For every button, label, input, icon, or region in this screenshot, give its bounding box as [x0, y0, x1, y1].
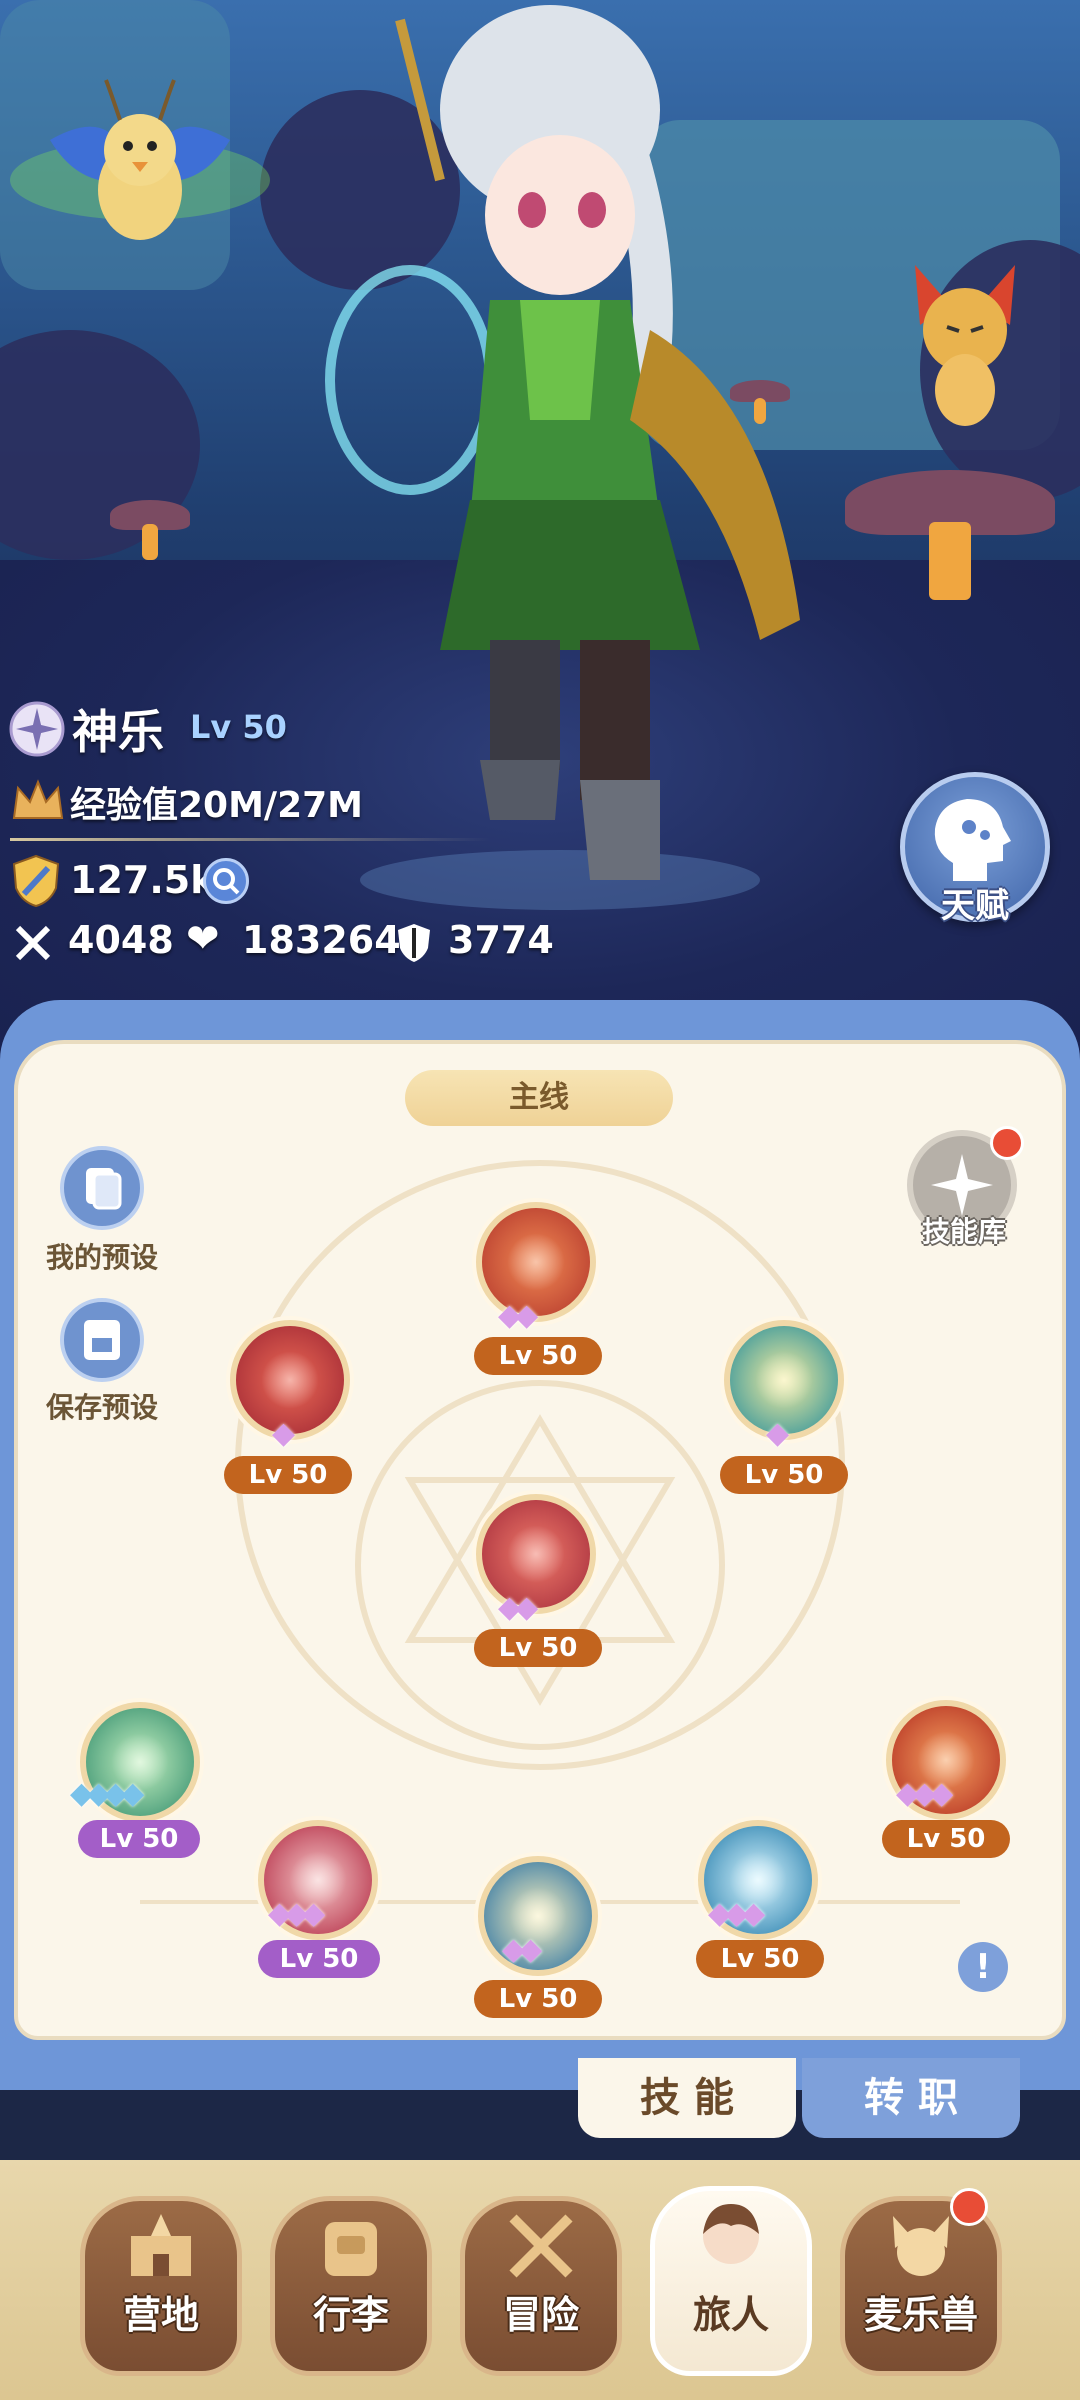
mushroom-decoration — [110, 500, 190, 560]
skill-top-stars: ◆◆ — [498, 1298, 538, 1333]
fox-pet[interactable] — [895, 245, 1035, 435]
skill-right[interactable] — [724, 1320, 844, 1440]
skill-row-5-stars: ◆◆◆ — [896, 1776, 953, 1811]
power-detail-button[interactable] — [203, 858, 249, 904]
nav-luggage-label: 行李 — [312, 2293, 389, 2337]
combat-power: 127.5k — [70, 858, 216, 902]
bird-pet[interactable] — [10, 40, 270, 300]
heart-icon: ❤ — [186, 916, 220, 962]
attack-value: 4048 — [68, 918, 174, 962]
stats-divider — [10, 838, 490, 841]
backpack-icon — [325, 2222, 377, 2276]
tab-skills[interactable]: 技 能 — [578, 2058, 796, 2138]
magnifier-icon — [213, 868, 240, 895]
power-shield-icon — [12, 854, 60, 908]
skill-center-stars: ◆◆ — [498, 1590, 538, 1625]
mode-selector[interactable]: 主线 — [405, 1070, 673, 1126]
skill-row-4-level: Lv 50 — [696, 1940, 824, 1978]
preset-cards-icon — [86, 1168, 122, 1210]
pets-badge — [950, 2188, 988, 2226]
info-button[interactable]: ! — [958, 1942, 1008, 1992]
skill-row-3-level: Lv 50 — [474, 1980, 602, 2018]
mushroom-decoration — [845, 470, 1055, 600]
traveler-portrait-icon — [703, 2204, 759, 2264]
skill-left-level: Lv 50 — [224, 1456, 352, 1494]
defense-value: 3774 — [448, 918, 554, 962]
pet-face-icon — [893, 2216, 949, 2276]
skill-row-2-level: Lv 50 — [258, 1940, 380, 1978]
skill-row-1-stars: ◆◆◆◆ — [70, 1776, 144, 1811]
tab-class-transfer[interactable]: 转 职 — [802, 2058, 1020, 2138]
class-emblem-icon — [9, 701, 65, 757]
crossed-swords-icon — [509, 2214, 573, 2278]
floppy-disk-icon — [84, 1320, 120, 1360]
skill-center[interactable] — [476, 1494, 596, 1614]
nav-adventure-label: 冒险 — [502, 2293, 579, 2337]
skill-library-badge — [990, 1126, 1024, 1160]
talent-label: 天赋 — [941, 886, 1009, 926]
skill-row-3[interactable] — [478, 1856, 598, 1976]
save-presets-button[interactable] — [60, 1298, 144, 1382]
skill-right-level: Lv 50 — [720, 1456, 848, 1494]
defense-shield-icon — [398, 924, 430, 962]
skill-left[interactable] — [230, 1320, 350, 1440]
my-presets-label: 我的预设 — [45, 1241, 158, 1274]
nav-traveler-label: 旅人 — [692, 2293, 769, 2337]
character-level: Lv 50 — [190, 708, 287, 746]
skill-row-3-stars: ◆◆ — [502, 1932, 542, 1967]
skill-top-level: Lv 50 — [474, 1337, 602, 1375]
skill-row-1-level: Lv 50 — [78, 1820, 200, 1858]
skill-left-stars: ◆ — [272, 1416, 295, 1451]
skill-row-5-level: Lv 50 — [882, 1820, 1010, 1858]
nav-camp-label: 营地 — [122, 2293, 199, 2337]
experience-crown-icon — [12, 779, 64, 819]
hp-value: 183264 — [242, 918, 401, 962]
nav-pets-label: 麦乐兽 — [863, 2293, 978, 2337]
attack-swords-icon — [15, 925, 51, 961]
skill-library-label: 技能库 — [921, 1215, 1006, 1248]
save-presets-label: 保存预设 — [45, 1391, 158, 1424]
my-presets-button[interactable] — [60, 1146, 144, 1230]
hero-character[interactable] — [300, 0, 820, 920]
castle-icon — [131, 2214, 191, 2276]
skill-right-stars: ◆ — [766, 1416, 789, 1451]
experience-label: 经验值20M/27M — [70, 785, 363, 826]
skill-top[interactable] — [476, 1202, 596, 1322]
skill-row-2-stars: ◆◆◆ — [268, 1896, 325, 1931]
panel-bottom-edge — [0, 2040, 1080, 2060]
skill-row-4-stars: ◆◆◆ — [708, 1896, 765, 1931]
character-name: 神乐 — [72, 705, 164, 759]
skill-center-level: Lv 50 — [474, 1629, 602, 1667]
